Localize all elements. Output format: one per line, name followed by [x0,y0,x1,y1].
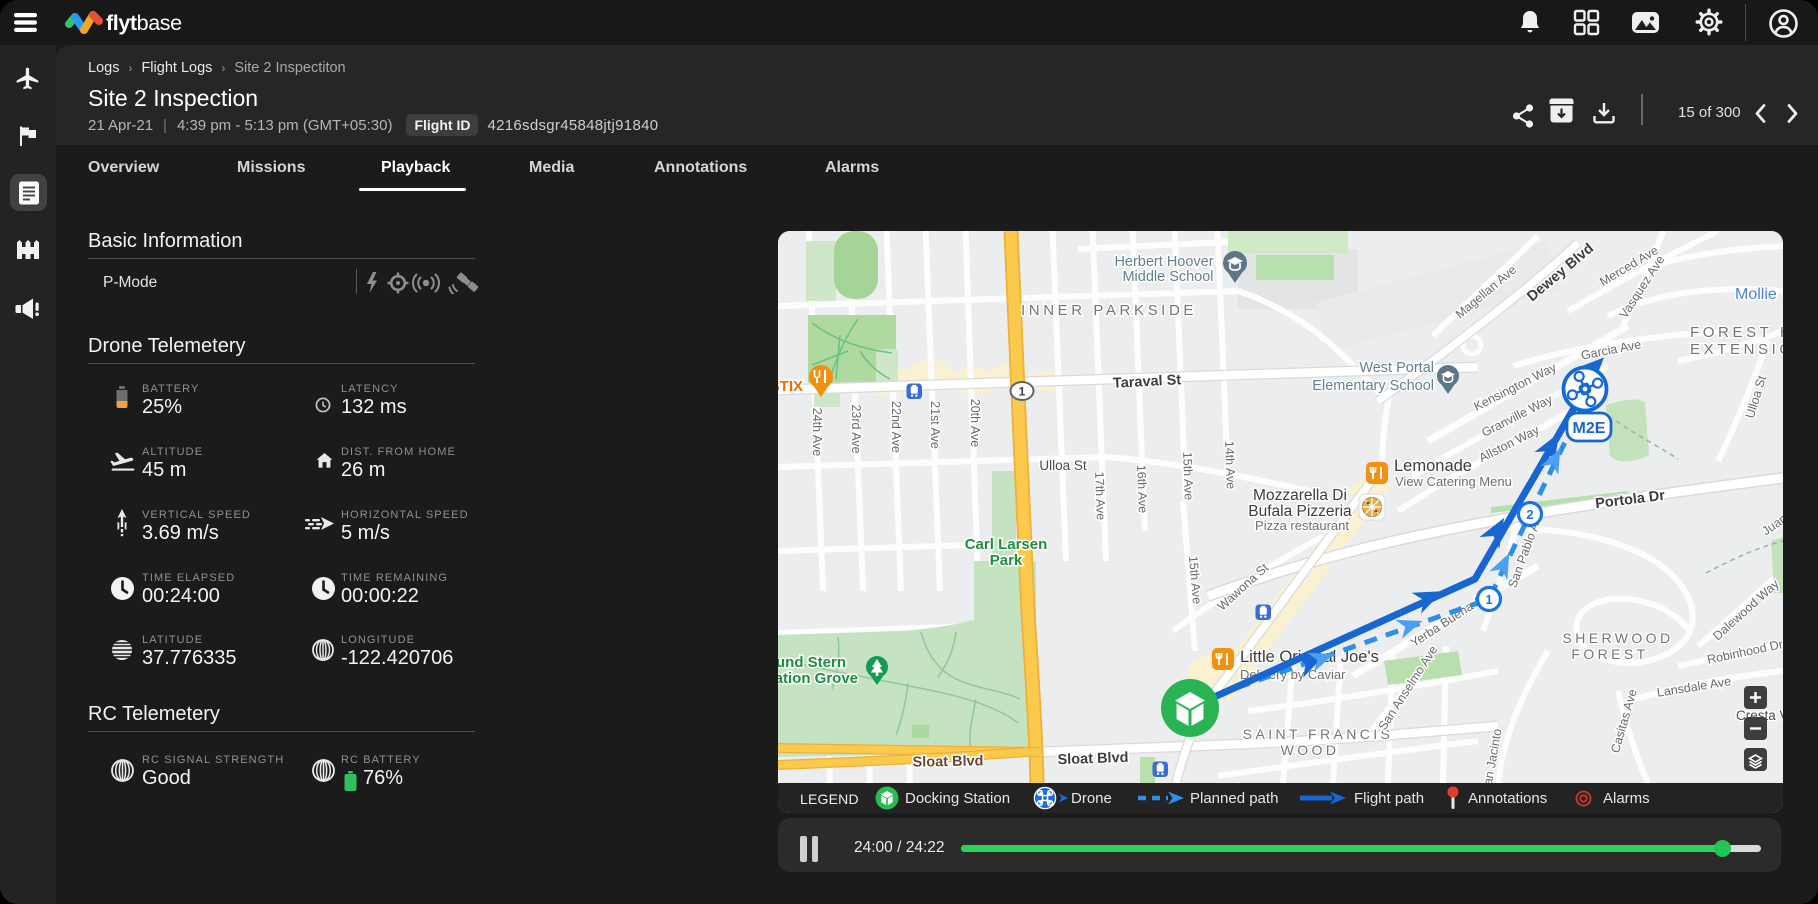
svg-text:Sloat Blvd: Sloat Blvd [1057,750,1128,768]
svg-text:INNER PARKSIDE: INNER PARKSIDE [1021,302,1197,319]
svg-text:Middle School: Middle School [1122,269,1213,285]
svg-text:16th Ave: 16th Ave [1134,465,1150,514]
svg-text:M2E: M2E [1573,420,1606,437]
svg-text:23rd Ave: 23rd Ave [849,404,863,453]
svg-text:SHERWOOD: SHERWOOD [1563,630,1674,646]
svg-text:FOREST: FOREST [1571,646,1648,662]
svg-text:14th Ave: 14th Ave [1222,441,1238,490]
svg-text:Ulloa St: Ulloa St [1039,458,1087,473]
svg-text:24th Ave: 24th Ave [810,408,824,456]
svg-text:Pizza restaurant: Pizza restaurant [1255,518,1349,533]
svg-text:1: 1 [1485,592,1492,607]
svg-text:Herbert Hoover: Herbert Hoover [1114,254,1213,270]
svg-text:2: 2 [1526,507,1533,522]
svg-text:West Portal: West Portal [1359,360,1434,376]
svg-text:Mozzarella Di: Mozzarella Di [1253,487,1347,504]
svg-text:Carl Larsen: Carl Larsen [965,536,1048,553]
svg-text:22nd Ave: 22nd Ave [889,401,903,453]
svg-text:1: 1 [1019,385,1026,399]
svg-text:SAINT FRANCIS: SAINT FRANCIS [1243,726,1394,742]
svg-text:Sigmund Stern: Sigmund Stern [778,654,846,671]
svg-text:Elementary School: Elementary School [1312,378,1434,394]
svg-text:Park: Park [990,552,1023,569]
svg-text:EXTENSION: EXTENSION [1690,341,1783,358]
svg-text:21st Ave: 21st Ave [928,401,942,449]
svg-text:Lemonade: Lemonade [1394,457,1472,475]
svg-text:15th Ave: 15th Ave [1180,452,1196,501]
svg-text:Sloat Blvd: Sloat Blvd [912,753,983,770]
svg-text:20th Ave: 20th Ave [968,399,982,447]
svg-text:WOOD: WOOD [1281,742,1340,758]
svg-text:Mollie: Mollie [1735,286,1777,303]
svg-text:Recreation Grove: Recreation Grove [778,670,858,687]
svg-text:FOREST HILL: FOREST HILL [1690,324,1783,341]
svg-text:17th Ave: 17th Ave [1092,472,1108,521]
svg-text:STIX: STIX [778,378,803,395]
svg-text:View Catering Menu: View Catering Menu [1395,474,1512,489]
